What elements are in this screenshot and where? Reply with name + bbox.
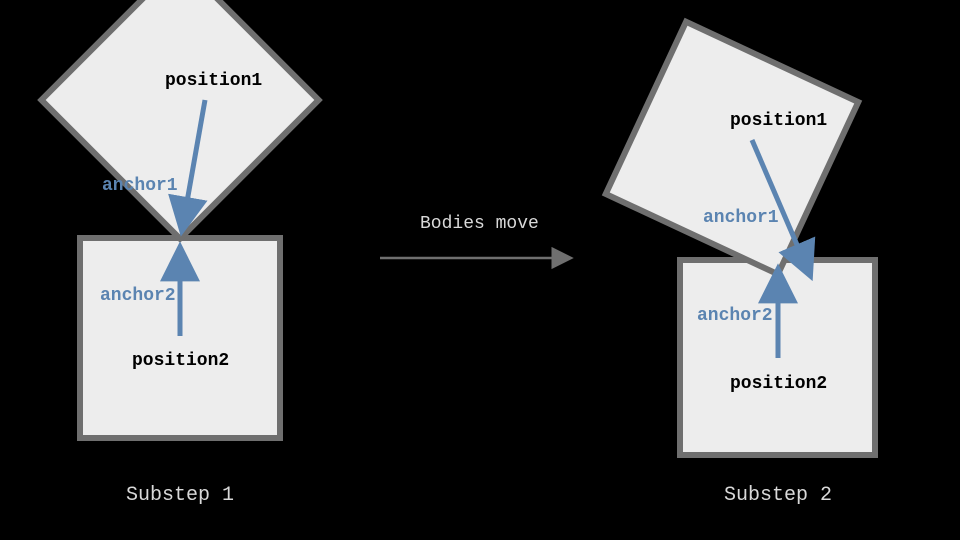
label-anchor1-left: anchor1 [102,176,178,196]
label-position1-right: position1 [730,111,827,131]
substep-1-group: position1 anchor1 anchor2 position2 Subs… [41,0,318,507]
substep-2-group: position1 anchor1 anchor2 position2 Subs… [606,22,875,507]
label-bodies-move: Bodies move [420,214,539,234]
caption-right: Substep 2 [724,484,832,507]
label-position2-left: position2 [132,351,229,371]
label-anchor2-left: anchor2 [100,286,176,306]
transition-group: Bodies move [380,214,570,258]
caption-left: Substep 1 [126,484,234,507]
physics-substep-diagram: position1 anchor1 anchor2 position2 Subs… [0,0,960,540]
label-position1-left: position1 [165,71,262,91]
label-position2-right: position2 [730,374,827,394]
label-anchor1-right: anchor1 [703,208,779,228]
body1-right [606,22,858,274]
label-anchor2-right: anchor2 [697,306,773,326]
body1-left [41,0,318,239]
